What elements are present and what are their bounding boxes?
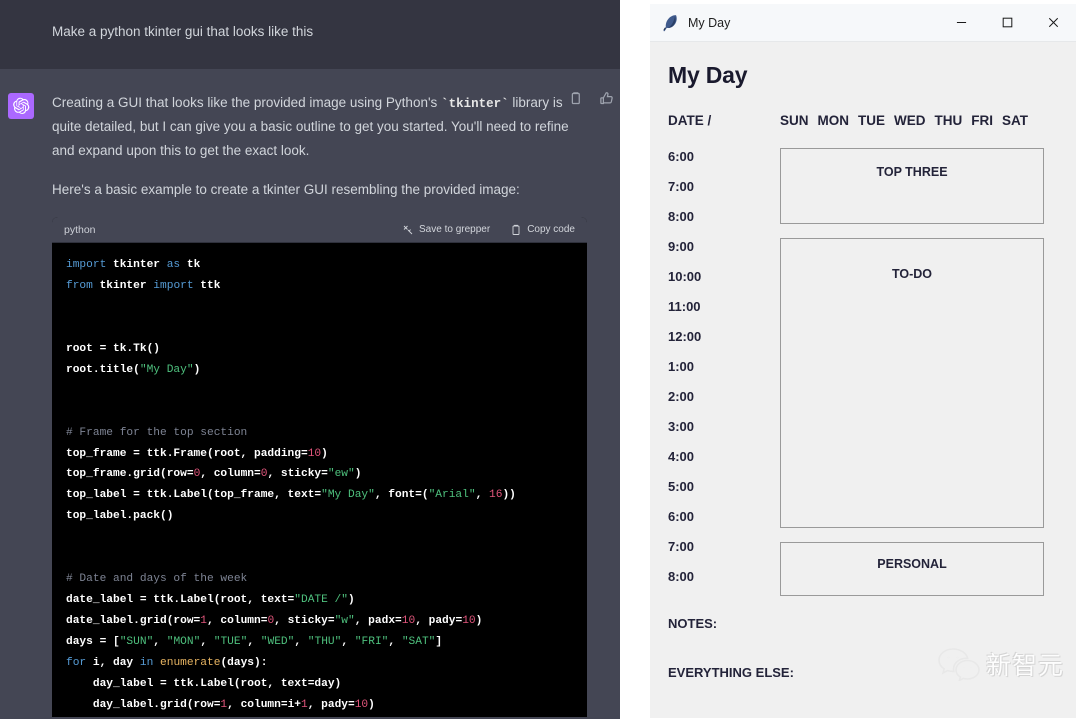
maximize-button[interactable] bbox=[984, 4, 1030, 42]
tkinter-app-window: My Day My Day DATE / SUNMONTUEWEDTHUFRIS… bbox=[650, 4, 1076, 718]
to-do-panel[interactable]: TO-DO bbox=[780, 238, 1044, 528]
time-slot: 8:00 bbox=[668, 562, 780, 592]
time-slot: 7:00 bbox=[668, 172, 780, 202]
weekday-label: THU bbox=[935, 113, 963, 128]
weekday-label: SUN bbox=[780, 113, 809, 128]
code-block-content[interactable]: import tkinter as tkfrom tkinter import … bbox=[52, 243, 587, 717]
code-line: root = tk.Tk() bbox=[66, 339, 587, 360]
user-message-text: Make a python tkinter gui that looks lik… bbox=[52, 22, 576, 43]
time-slot: 9:00 bbox=[668, 232, 780, 262]
assistant-action-buttons[interactable] bbox=[568, 91, 614, 106]
time-slot: 11:00 bbox=[668, 292, 780, 322]
weekday-label: TUE bbox=[858, 113, 885, 128]
copy-code-label: Copy code bbox=[527, 224, 575, 235]
time-slot: 7:00 bbox=[668, 532, 780, 562]
minimize-icon bbox=[956, 17, 967, 28]
code-line: day_label = ttk.Label(root, text=day) bbox=[66, 674, 587, 695]
time-slot: 10:00 bbox=[668, 262, 780, 292]
top-three-label: TOP THREE bbox=[876, 165, 947, 179]
schedule-grid: 6:007:008:009:0010:0011:0012:001:002:003… bbox=[668, 142, 1058, 596]
time-slot: 8:00 bbox=[668, 202, 780, 232]
everything-else-label: EVERYTHING ELSE: bbox=[668, 665, 1058, 680]
code-line bbox=[66, 297, 587, 318]
date-label: DATE / bbox=[668, 113, 780, 128]
weekday-labels: SUN MON TUE WED THU FRI SAT bbox=[780, 113, 1028, 128]
code-line: top_label = ttk.Label(top_frame, text="M… bbox=[66, 485, 587, 506]
user-message-inner: Make a python tkinter gui that looks lik… bbox=[0, 22, 620, 43]
code-line: top_label.pack() bbox=[66, 506, 587, 527]
personal-panel[interactable]: PERSONAL bbox=[780, 542, 1044, 596]
time-slot: 2:00 bbox=[668, 382, 780, 412]
code-line bbox=[66, 318, 587, 339]
time-slot: 3:00 bbox=[668, 412, 780, 442]
user-message-turn: Make a python tkinter gui that looks lik… bbox=[0, 0, 620, 69]
panel-column: TOP THREE TO-DO PERSONAL bbox=[780, 142, 1058, 596]
code-line: top_frame = ttk.Frame(root, padding=10) bbox=[66, 444, 587, 465]
top-three-panel[interactable]: TOP THREE bbox=[780, 148, 1044, 224]
code-line: days = ["SUN", "MON", "TUE", "WED", "THU… bbox=[66, 632, 587, 653]
code-line: day_label.grid(row=1, column=i+1, pady=1… bbox=[66, 695, 587, 716]
assistant-message-inner: Creating a GUI that looks like the provi… bbox=[0, 91, 620, 717]
clipboard-icon bbox=[510, 224, 522, 236]
assistant-avatar bbox=[8, 93, 34, 119]
minimize-button[interactable] bbox=[938, 4, 984, 42]
maximize-icon bbox=[1002, 17, 1013, 28]
notes-label: NOTES: bbox=[668, 616, 1058, 631]
window-title: My Day bbox=[688, 16, 938, 30]
code-line: top_frame.grid(row=0, column=0, sticky="… bbox=[66, 464, 587, 485]
weekday-label: WED bbox=[894, 113, 926, 128]
code-line bbox=[66, 381, 587, 402]
code-line: import tkinter as tk bbox=[66, 255, 587, 276]
feather-icon bbox=[662, 14, 678, 32]
close-icon bbox=[1048, 17, 1059, 28]
code-line: date_label = ttk.Label(root, text="DATE … bbox=[66, 590, 587, 611]
code-language-label: python bbox=[64, 224, 382, 236]
close-button[interactable] bbox=[1030, 4, 1076, 42]
personal-label: PERSONAL bbox=[877, 557, 946, 571]
assistant-paragraph-2: Here's a basic example to create a tkint… bbox=[52, 178, 576, 201]
code-line: # Frame for the top section bbox=[66, 423, 587, 444]
time-slot: 6:00 bbox=[668, 502, 780, 532]
time-slot: 6:00 bbox=[668, 142, 780, 172]
time-slot: 4:00 bbox=[668, 442, 780, 472]
weekday-label: MON bbox=[818, 113, 850, 128]
copy-icon[interactable] bbox=[568, 91, 583, 106]
weekday-label: SAT bbox=[1002, 113, 1028, 128]
code-line: # Date and days of the week bbox=[66, 569, 587, 590]
code-line: for i, day in enumerate(days): bbox=[66, 653, 587, 674]
code-line bbox=[66, 548, 587, 569]
to-do-label: TO-DO bbox=[892, 267, 932, 281]
weekday-label: FRI bbox=[971, 113, 993, 128]
inline-code-tkinter: `tkinter` bbox=[441, 97, 509, 111]
time-slot: 5:00 bbox=[668, 472, 780, 502]
code-line: from tkinter import ttk bbox=[66, 276, 587, 297]
time-slot-column: 6:007:008:009:0010:0011:0012:001:002:003… bbox=[668, 142, 780, 596]
time-slot: 12:00 bbox=[668, 322, 780, 352]
chatgpt-conversation-pane: Make a python tkinter gui that looks lik… bbox=[0, 0, 620, 721]
save-to-grepper-button[interactable]: Save to grepper bbox=[402, 224, 490, 236]
screenshot-root: Make a python tkinter gui that looks lik… bbox=[0, 0, 1080, 721]
code-line bbox=[66, 402, 587, 423]
paragraph-1-text-a: Creating a GUI that looks like the provi… bbox=[52, 95, 441, 110]
save-to-grepper-label: Save to grepper bbox=[419, 224, 490, 235]
window-body: My Day DATE / SUN MON TUE WED THU FRI SAT 6:00… bbox=[650, 42, 1076, 718]
openai-logo-icon bbox=[12, 97, 30, 115]
code-block: python Save to grepper bbox=[52, 217, 587, 717]
code-line: root.title("My Day") bbox=[66, 360, 587, 381]
window-titlebar[interactable]: My Day bbox=[650, 4, 1076, 42]
assistant-paragraph-1: Creating a GUI that looks like the provi… bbox=[52, 91, 576, 162]
code-line: date_label.grid(row=1, column=0, sticky=… bbox=[66, 611, 587, 632]
copy-code-button[interactable]: Copy code bbox=[510, 224, 575, 236]
code-line bbox=[66, 527, 587, 548]
grepper-sparkle-icon bbox=[402, 224, 414, 236]
date-header-row: DATE / SUN MON TUE WED THU FRI SAT bbox=[668, 113, 1058, 128]
code-line bbox=[66, 716, 587, 717]
thumbs-up-icon[interactable] bbox=[599, 91, 614, 106]
time-slot: 1:00 bbox=[668, 352, 780, 382]
code-block-header: python Save to grepper bbox=[52, 217, 587, 243]
assistant-message-turn: Creating a GUI that looks like the provi… bbox=[0, 69, 620, 719]
page-title: My Day bbox=[668, 42, 1058, 89]
